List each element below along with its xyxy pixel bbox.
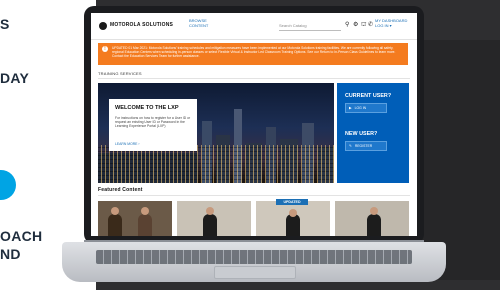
- welcome-body: For instructions on how to register for …: [115, 116, 191, 129]
- left-text-line-3: OACH: [0, 228, 43, 244]
- user-access-panel: CURRENT USER? ▶ LOG IN NEW USER? ✎ REGISTE…: [337, 83, 409, 183]
- divider: [98, 78, 410, 79]
- thumbnail-figure: [286, 214, 300, 236]
- login-icon: ▶: [349, 106, 352, 110]
- thumbnail-head: [289, 209, 297, 217]
- featured-content-label: Featured Content: [98, 187, 143, 193]
- laptop-trackpad: [214, 266, 296, 279]
- register-icon: ✎: [349, 144, 352, 148]
- training-services-label: TRAINING SERVICES: [98, 71, 142, 76]
- hero-banner: WELCOME TO THE LXP For instructions on h…: [98, 83, 334, 183]
- learn-more-link[interactable]: LEARN MORE ›: [115, 142, 140, 146]
- phone-icon[interactable]: ✆: [368, 21, 373, 28]
- updated-badge: UPDATED: [276, 199, 308, 205]
- thumbnail-head: [206, 207, 214, 215]
- left-text-line-4: ND: [0, 246, 21, 262]
- divider: [98, 195, 410, 196]
- thumbnail-head: [111, 207, 119, 215]
- notice-banner: ! UPDATED 01 Mar 2021: Motorola Solution…: [98, 43, 408, 65]
- my-dashboard-menu[interactable]: MY DASHBOARD LOG IN ▾: [375, 18, 415, 28]
- thumbnail-head: [370, 207, 378, 215]
- logo-text[interactable]: MOTOROLA SOLUTIONS: [110, 22, 173, 28]
- thumbnail-head: [141, 207, 149, 215]
- thumbnail-figure: [203, 214, 217, 236]
- laptop-keyboard: [96, 250, 412, 264]
- site-header: MOTOROLA SOLUTIONS BROWSE CONTENT Search…: [91, 13, 417, 40]
- featured-card[interactable]: [335, 201, 409, 236]
- thumbnail-figure: [108, 214, 122, 236]
- featured-carousel: UPDATED: [98, 199, 410, 236]
- login-button[interactable]: ▶ LOG IN: [345, 103, 387, 113]
- search-icon[interactable]: ⚲: [345, 21, 349, 28]
- login-dropdown[interactable]: LOG IN ▾: [375, 23, 415, 28]
- welcome-title: WELCOME TO THE LXP: [115, 105, 179, 111]
- banner-text: UPDATED 01 Mar 2021: Motorola Solutions'…: [112, 46, 396, 59]
- alert-icon: !: [102, 46, 108, 52]
- current-user-title: CURRENT USER?: [345, 93, 392, 99]
- laptop-screen: MOTOROLA SOLUTIONS BROWSE CONTENT Search…: [91, 13, 417, 236]
- browse-line-2: CONTENT: [189, 23, 209, 28]
- gear-icon[interactable]: ⚙: [353, 21, 358, 28]
- register-label: REGISTER: [354, 144, 373, 148]
- left-text-line-2: DAY: [0, 70, 30, 86]
- motorola-logo-icon[interactable]: [99, 22, 107, 30]
- featured-card[interactable]: [177, 201, 251, 236]
- register-button[interactable]: ✎ REGISTER: [345, 141, 387, 151]
- featured-card[interactable]: UPDATED: [256, 199, 330, 236]
- left-text-line-1: S: [0, 16, 10, 32]
- featured-card[interactable]: [98, 201, 172, 236]
- thumbnail-figure: [367, 214, 381, 236]
- new-user-title: NEW USER?: [345, 131, 378, 137]
- thumbnail-figure: [138, 214, 152, 236]
- welcome-card: WELCOME TO THE LXP For instructions on h…: [109, 99, 197, 151]
- cart-icon[interactable]: ⛫: [361, 21, 367, 29]
- search-input[interactable]: Search Catalog: [279, 21, 341, 31]
- login-label: LOG IN: [354, 106, 367, 110]
- browse-content-link[interactable]: BROWSE CONTENT: [189, 18, 219, 28]
- blue-circle-decoration: [0, 170, 16, 200]
